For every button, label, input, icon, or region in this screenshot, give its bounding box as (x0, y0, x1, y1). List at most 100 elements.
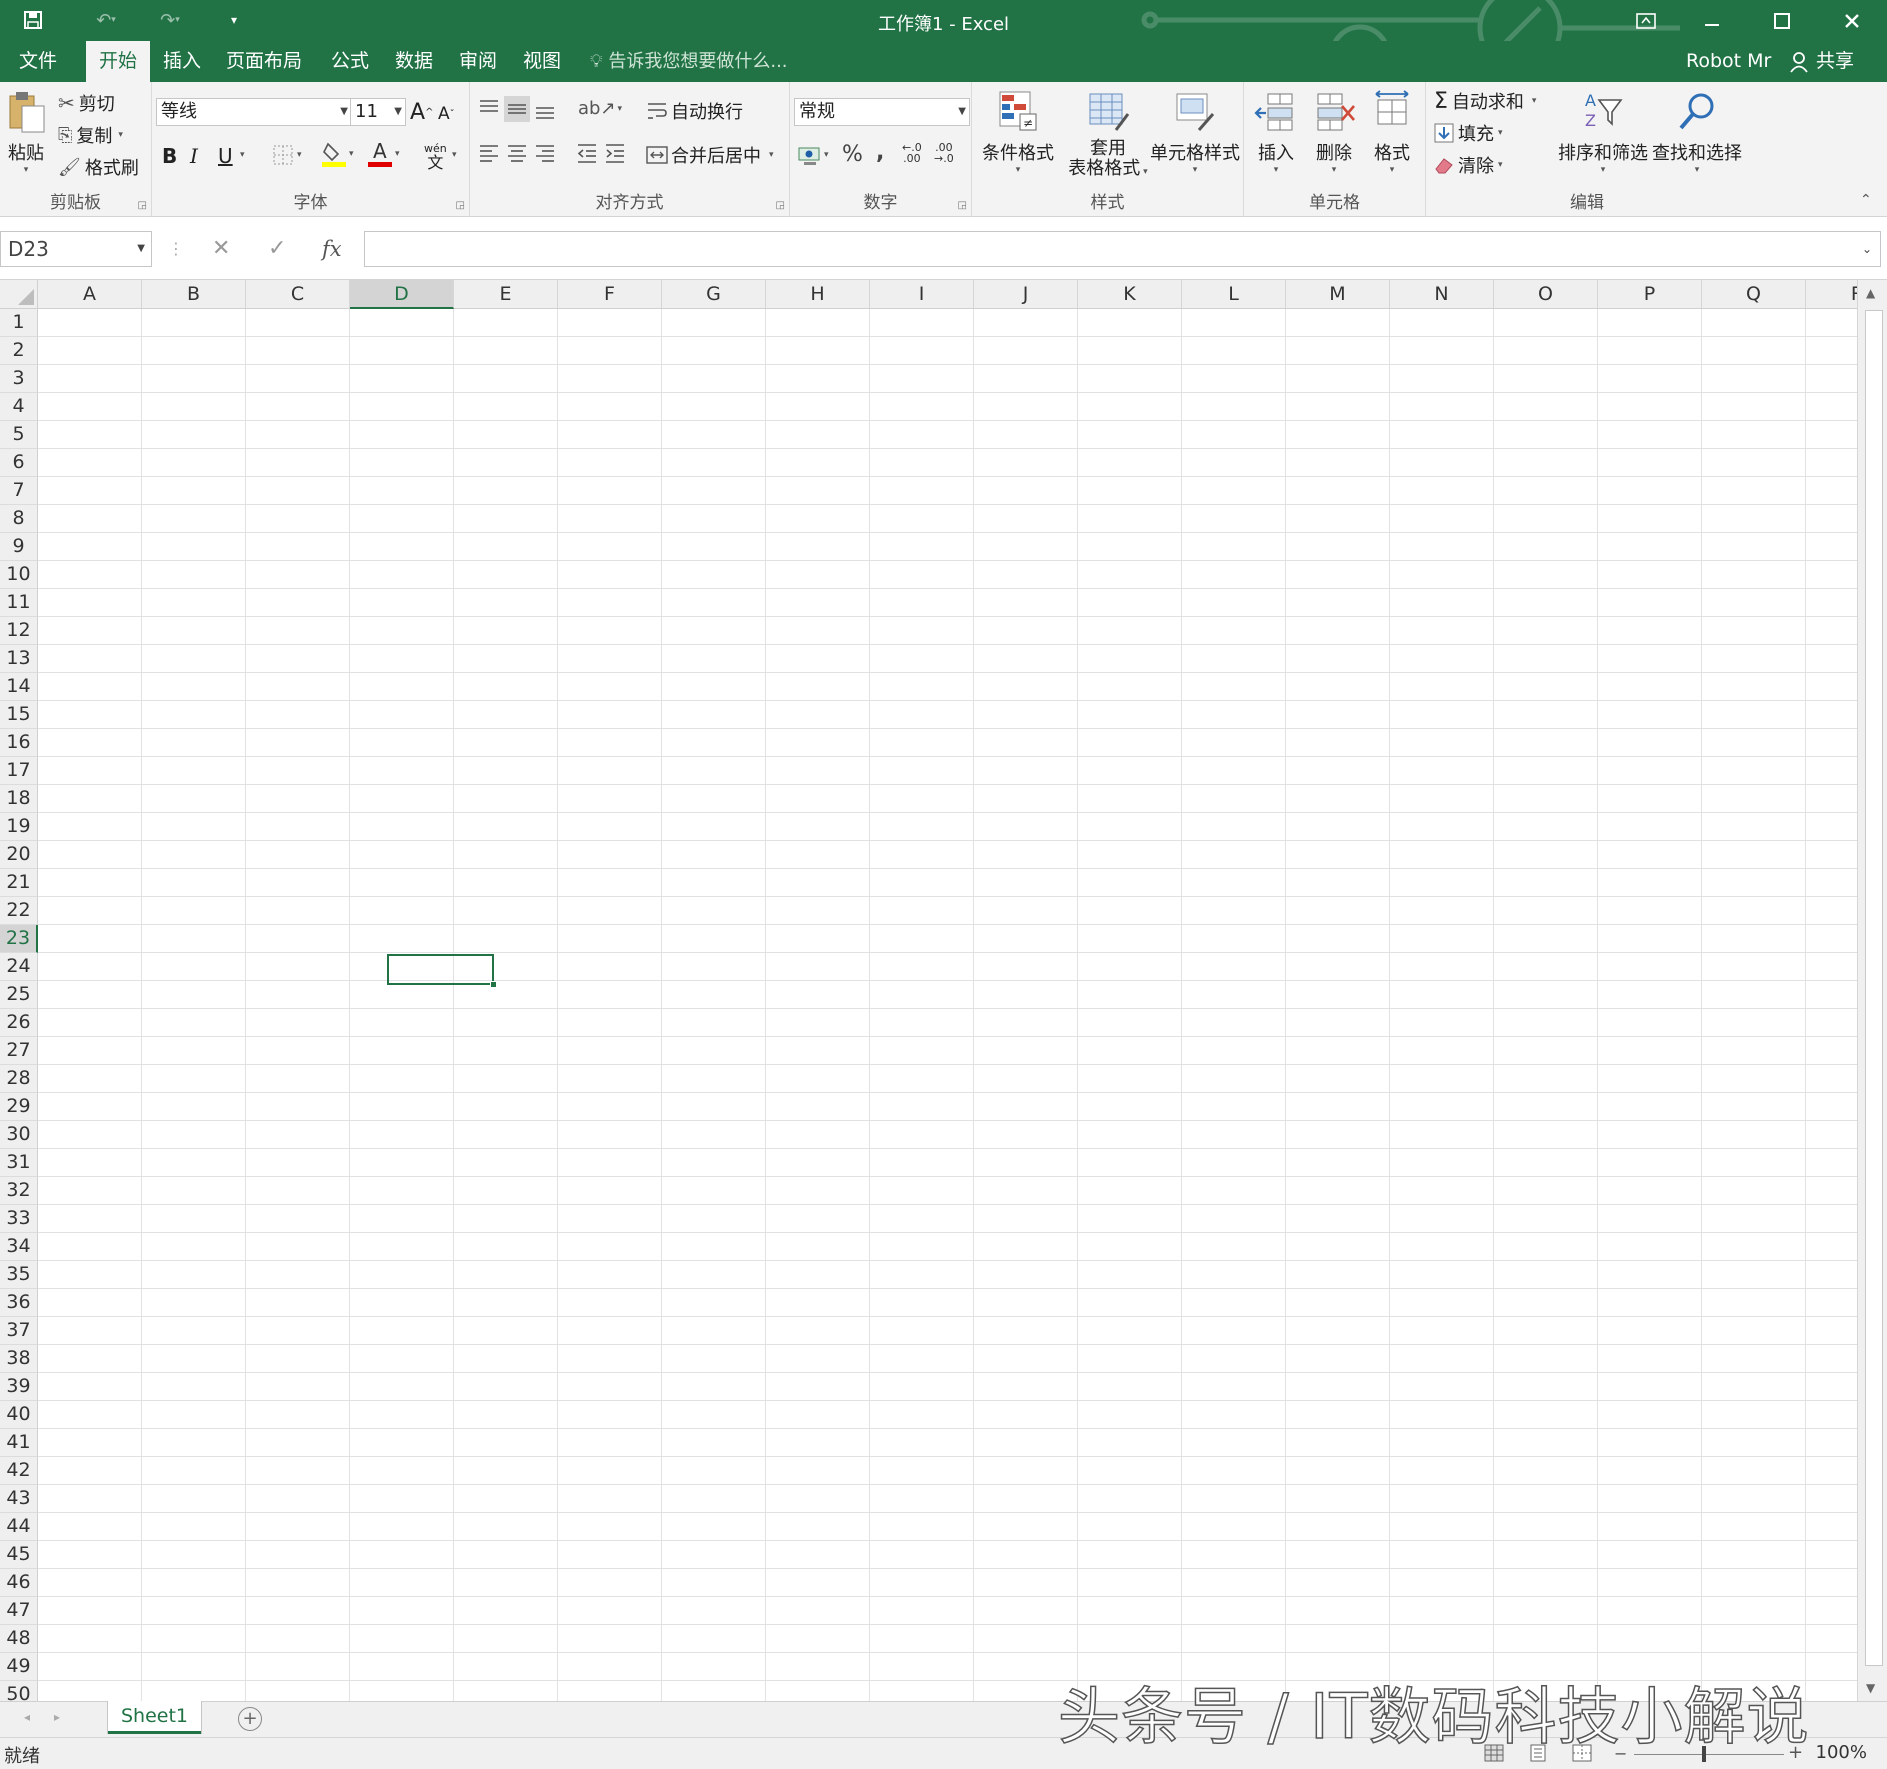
alignment-dialog-launcher-icon[interactable]: ◲ (776, 200, 785, 211)
format-painter-button[interactable]: 🖌︎ 格式刷 (58, 154, 139, 180)
redo-icon[interactable]: ↷ ▾ (146, 6, 194, 34)
row-header-27[interactable]: 27 (0, 1037, 38, 1065)
fill-handle[interactable] (490, 981, 497, 988)
column-header-j[interactable]: J (974, 280, 1078, 309)
zoom-slider-thumb[interactable] (1702, 1746, 1706, 1762)
tab-data[interactable]: 数据 (382, 41, 446, 82)
maximize-icon[interactable] (1752, 0, 1812, 41)
row-header-28[interactable]: 28 (0, 1065, 38, 1093)
row-header-14[interactable]: 14 (0, 673, 38, 701)
row-header-37[interactable]: 37 (0, 1317, 38, 1345)
column-header-a[interactable]: A (38, 280, 142, 309)
accounting-format-button[interactable]: ▾ (798, 144, 829, 166)
row-header-2[interactable]: 2 (0, 337, 38, 365)
scroll-down-icon[interactable]: ▼ (1866, 1681, 1875, 1695)
active-cell[interactable] (387, 954, 497, 988)
format-cells-button[interactable]: 格式 ▾ (1364, 90, 1420, 175)
orientation-button[interactable]: ab↗ ▾ (578, 98, 622, 119)
fill-button[interactable]: 填充 ▾ (1434, 120, 1503, 146)
column-header-c[interactable]: C (246, 280, 350, 309)
row-header-23[interactable]: 23 (0, 925, 38, 953)
new-sheet-icon[interactable]: + (238, 1707, 262, 1731)
bottom-align-button[interactable] (534, 98, 556, 120)
tab-review[interactable]: 审阅 (446, 41, 510, 82)
autosum-button[interactable]: Σ 自动求和 ▾ (1434, 88, 1536, 114)
row-header-17[interactable]: 17 (0, 757, 38, 785)
clear-button[interactable]: 清除 ▾ (1434, 152, 1503, 178)
number-dialog-launcher-icon[interactable]: ◲ (958, 200, 967, 211)
expand-formula-bar-icon[interactable]: ⌄ (1862, 242, 1872, 256)
insert-cells-button[interactable]: 插入 ▾ (1248, 90, 1304, 175)
column-header-f[interactable]: F (558, 280, 662, 309)
tab-view[interactable]: 视图 (510, 41, 574, 82)
zoom-slider-track[interactable] (1634, 1754, 1784, 1755)
column-header-n[interactable]: N (1390, 280, 1494, 309)
tab-insert[interactable]: 插入 (150, 41, 214, 82)
row-header-15[interactable]: 15 (0, 701, 38, 729)
row-header-43[interactable]: 43 (0, 1485, 38, 1513)
row-header-5[interactable]: 5 (0, 421, 38, 449)
column-header-p[interactable]: P (1598, 280, 1702, 309)
zoom-level[interactable]: 100% (1816, 1742, 1867, 1763)
scrollbar-thumb[interactable] (1865, 310, 1883, 1666)
percent-style-button[interactable]: % (842, 142, 863, 167)
row-header-12[interactable]: 12 (0, 617, 38, 645)
cell-styles-button[interactable]: 单元格样式 ▾ (1148, 90, 1242, 175)
align-right-button[interactable] (534, 142, 556, 164)
row-header-40[interactable]: 40 (0, 1401, 38, 1429)
row-header-19[interactable]: 19 (0, 813, 38, 841)
formula-input[interactable]: ⌄ (364, 231, 1881, 267)
column-header-g[interactable]: G (662, 280, 766, 309)
delete-cells-button[interactable]: 删除 ▾ (1306, 90, 1362, 175)
column-header-h[interactable]: H (766, 280, 870, 309)
column-header-e[interactable]: E (454, 280, 558, 309)
close-icon[interactable] (1822, 0, 1882, 41)
column-header-m[interactable]: M (1286, 280, 1390, 309)
phonetic-dropdown[interactable]: ▾ (452, 150, 457, 160)
increase-indent-button[interactable] (604, 142, 626, 164)
row-header-50[interactable]: 50 (0, 1681, 38, 1701)
column-header-k[interactable]: K (1078, 280, 1182, 309)
underline-button[interactable]: U (218, 144, 233, 168)
borders-button[interactable]: ▾ (272, 144, 302, 166)
row-header-38[interactable]: 38 (0, 1345, 38, 1373)
bold-button[interactable]: B (162, 144, 177, 168)
column-header-b[interactable]: B (142, 280, 246, 309)
column-header-d[interactable]: D (350, 280, 454, 309)
align-left-button[interactable] (478, 142, 500, 164)
format-as-table-button[interactable]: 套用 表格格式 ▾ (1062, 90, 1154, 182)
next-sheet-icon[interactable]: ▸ (54, 1710, 60, 1724)
sheet-tab[interactable]: Sheet1 (108, 1701, 201, 1734)
zoom-in-icon[interactable]: + (1788, 1742, 1803, 1763)
middle-align-button[interactable] (504, 96, 530, 122)
row-header-24[interactable]: 24 (0, 953, 38, 981)
tab-file[interactable]: 文件 (6, 41, 70, 82)
cancel-entry-icon[interactable]: ✕ (212, 232, 230, 266)
column-header-o[interactable]: O (1494, 280, 1598, 309)
tab-home[interactable]: 开始 (86, 41, 150, 82)
scroll-up-icon[interactable]: ▲ (1866, 286, 1875, 300)
row-header-45[interactable]: 45 (0, 1541, 38, 1569)
tab-formulas[interactable]: 公式 (318, 41, 382, 82)
row-header-39[interactable]: 39 (0, 1373, 38, 1401)
row-header-47[interactable]: 47 (0, 1597, 38, 1625)
font-size-select[interactable]: 11 ▼ (350, 98, 406, 126)
row-header-31[interactable]: 31 (0, 1149, 38, 1177)
row-header-33[interactable]: 33 (0, 1205, 38, 1233)
name-box[interactable]: D23 ▼ (0, 231, 152, 267)
increase-decimal-button[interactable]: ←.0.00 (902, 142, 922, 164)
row-header-48[interactable]: 48 (0, 1625, 38, 1653)
conditional-formatting-button[interactable]: ≠ 条件格式 ▾ (978, 90, 1058, 175)
row-header-9[interactable]: 9 (0, 533, 38, 561)
row-header-4[interactable]: 4 (0, 393, 38, 421)
align-center-button[interactable] (506, 142, 528, 164)
row-header-11[interactable]: 11 (0, 589, 38, 617)
increase-font-size-button[interactable]: A ^ (410, 100, 433, 125)
merge-center-button[interactable]: 合并后居中 ▾ (646, 142, 774, 168)
row-header-30[interactable]: 30 (0, 1121, 38, 1149)
row-header-44[interactable]: 44 (0, 1513, 38, 1541)
insert-function-button[interactable]: fx (322, 232, 342, 266)
confirm-entry-icon[interactable]: ✓ (268, 232, 286, 266)
row-header-6[interactable]: 6 (0, 449, 38, 477)
zoom-out-icon[interactable]: − (1614, 1744, 1627, 1763)
